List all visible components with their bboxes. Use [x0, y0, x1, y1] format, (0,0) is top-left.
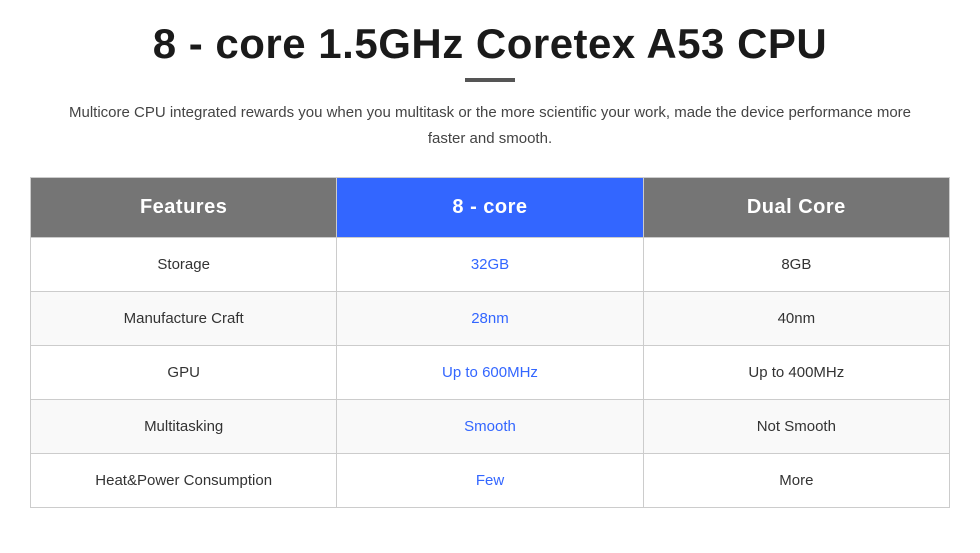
table-row: MultitaskingSmoothNot Smooth: [31, 400, 950, 454]
cell-dualcore: More: [643, 454, 949, 508]
cell-8core: 28nm: [337, 292, 643, 346]
header-dualcore: Dual Core: [643, 178, 949, 238]
subtitle: Multicore CPU integrated rewards you whe…: [60, 100, 920, 151]
cell-8core: Few: [337, 454, 643, 508]
cell-8core: Smooth: [337, 400, 643, 454]
cell-dualcore: 40nm: [643, 292, 949, 346]
table-row: Storage32GB8GB: [31, 238, 950, 292]
cell-8core: Up to 600MHz: [337, 346, 643, 400]
header-features: Features: [31, 178, 337, 238]
title-divider: [465, 78, 515, 82]
cell-feature: Heat&Power Consumption: [31, 454, 337, 508]
table-row: Manufacture Craft28nm40nm: [31, 292, 950, 346]
table-row: Heat&Power ConsumptionFewMore: [31, 454, 950, 508]
cell-dualcore: Not Smooth: [643, 400, 949, 454]
comparison-table: Features 8 - core Dual Core Storage32GB8…: [30, 177, 950, 508]
header-8core: 8 - core: [337, 178, 643, 238]
cell-8core: 32GB: [337, 238, 643, 292]
cell-feature: Manufacture Craft: [31, 292, 337, 346]
cell-feature: Storage: [31, 238, 337, 292]
cell-dualcore: Up to 400MHz: [643, 346, 949, 400]
table-row: GPUUp to 600MHzUp to 400MHz: [31, 346, 950, 400]
cell-feature: Multitasking: [31, 400, 337, 454]
cell-feature: GPU: [31, 346, 337, 400]
page-title: 8 - core 1.5GHz Coretex A53 CPU: [153, 20, 828, 68]
cell-dualcore: 8GB: [643, 238, 949, 292]
